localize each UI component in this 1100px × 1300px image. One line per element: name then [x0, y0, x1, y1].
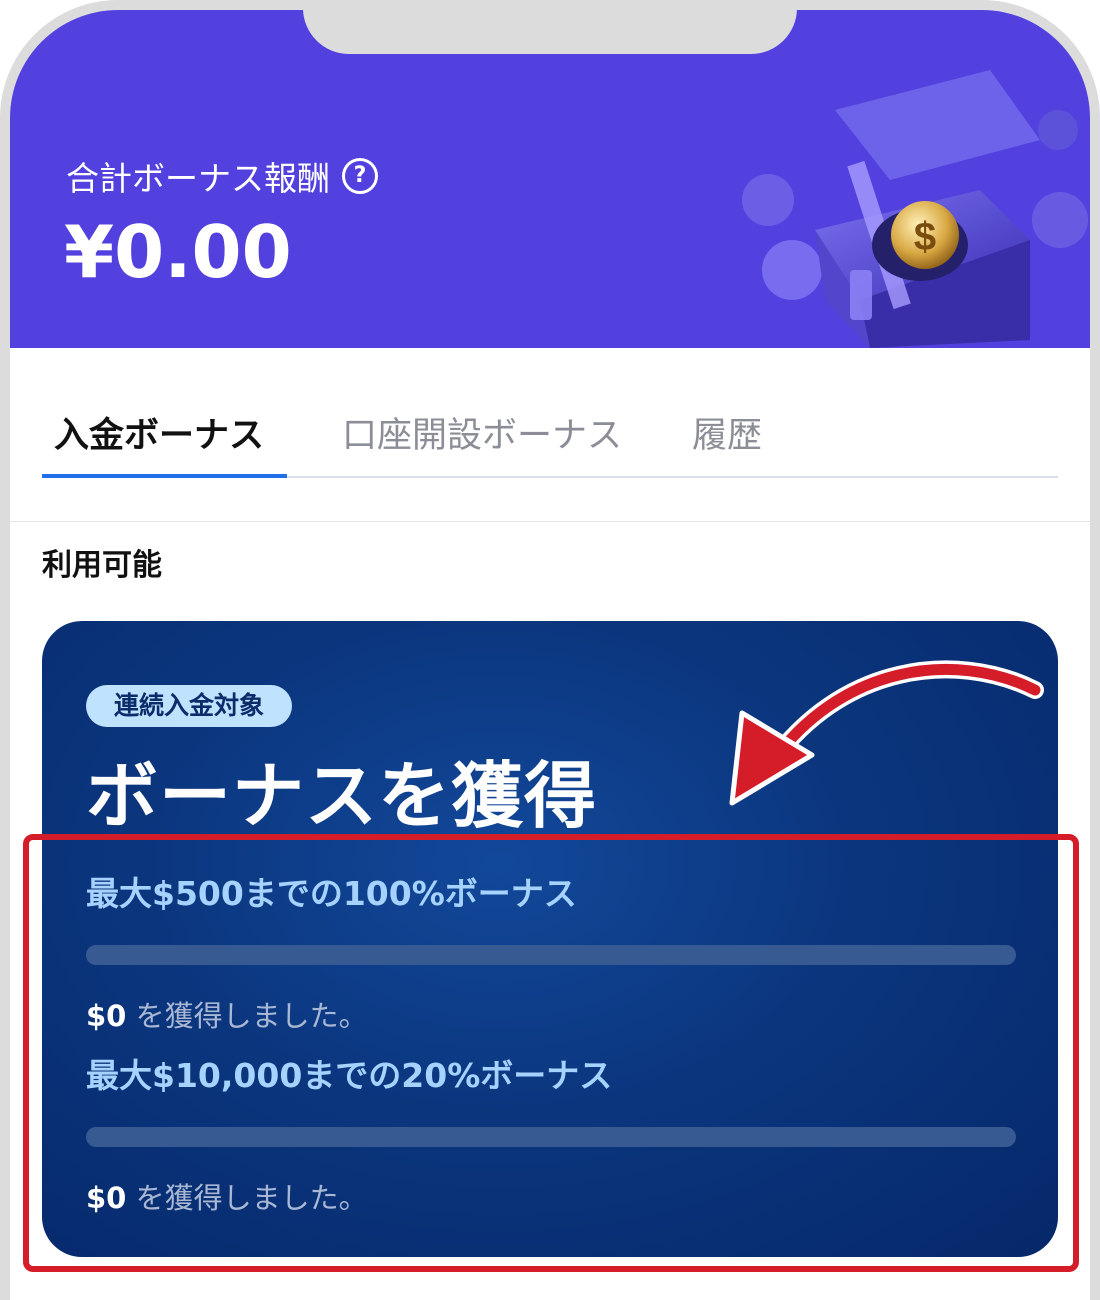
tab-deposit-bonus[interactable]: 入金ボーナス: [54, 406, 264, 478]
available-section-label: 利用可能: [42, 548, 162, 583]
phone-notch: [303, 10, 797, 54]
bonus-tabs: 入金ボーナス 口座開設ボーナス 履歴: [42, 400, 1058, 478]
bonus-card-title: ボーナスを獲得: [86, 754, 598, 838]
total-bonus-label-row: 合計ボーナス報酬 ?: [66, 152, 378, 200]
tab-account-opening-bonus[interactable]: 口座開設ボーナス: [342, 406, 622, 478]
total-bonus-label: 合計ボーナス報酬: [66, 159, 330, 198]
tab-history[interactable]: 履歴: [692, 406, 762, 478]
active-tab-indicator: [42, 474, 287, 478]
consecutive-deposit-badge: 連続入金対象: [86, 685, 293, 727]
total-bonus-amount: ¥0.00: [64, 210, 292, 294]
svg-text:$: $: [914, 215, 936, 259]
highlight-box: [23, 834, 1079, 1272]
red-arrow-annotation: [729, 660, 1044, 806]
gift-box-illustration: $: [742, 70, 1088, 348]
section-divider: [10, 521, 1090, 522]
question-circle-icon[interactable]: ?: [342, 158, 378, 194]
rewards-header: 合計ボーナス報酬 ? ¥0.00 $: [10, 10, 1090, 348]
